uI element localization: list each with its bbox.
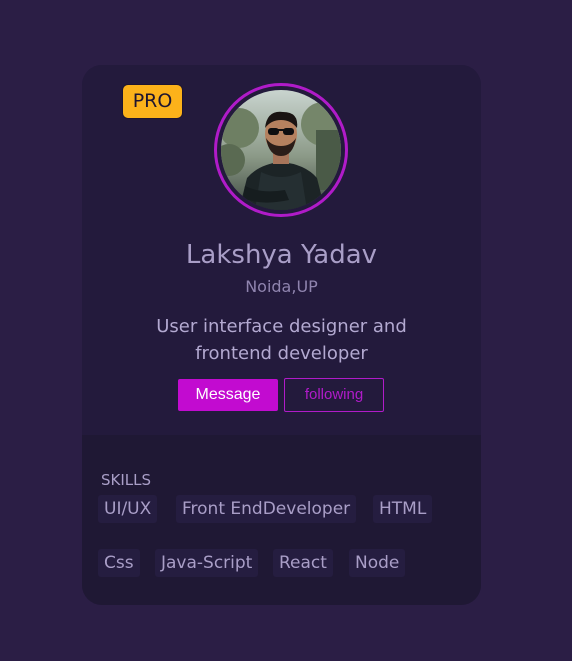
skill-chip: Css bbox=[98, 549, 140, 577]
skills-title: SKILLS bbox=[101, 471, 152, 489]
avatar bbox=[221, 90, 341, 210]
message-button[interactable]: Message bbox=[178, 379, 278, 411]
skill-chip: UI/UX bbox=[98, 495, 158, 523]
following-button[interactable]: following bbox=[284, 378, 384, 412]
profile-location: Noida,UP bbox=[245, 277, 318, 296]
avatar-ring bbox=[214, 83, 348, 217]
skills-panel: SKILLS UI/UX Front EndDeveloper HTML Css… bbox=[82, 435, 481, 605]
pro-badge: PRO bbox=[122, 84, 183, 119]
profile-bio: User interface designer and frontend dev… bbox=[156, 316, 407, 364]
skill-chip: Node bbox=[349, 549, 406, 577]
profile-card: PRO Lakshya Yadav Noida,UP User interfac… bbox=[82, 65, 481, 605]
skill-chip: HTML bbox=[373, 495, 433, 523]
profile-name: Lakshya Yadav bbox=[185, 240, 378, 270]
profile-header: PRO Lakshya Yadav Noida,UP User interfac… bbox=[82, 65, 481, 435]
skill-chip: Java-Script bbox=[155, 549, 259, 577]
skill-chip: Front EndDeveloper bbox=[176, 495, 357, 523]
avatar-photo bbox=[221, 90, 341, 210]
skill-chip: React bbox=[273, 549, 333, 577]
